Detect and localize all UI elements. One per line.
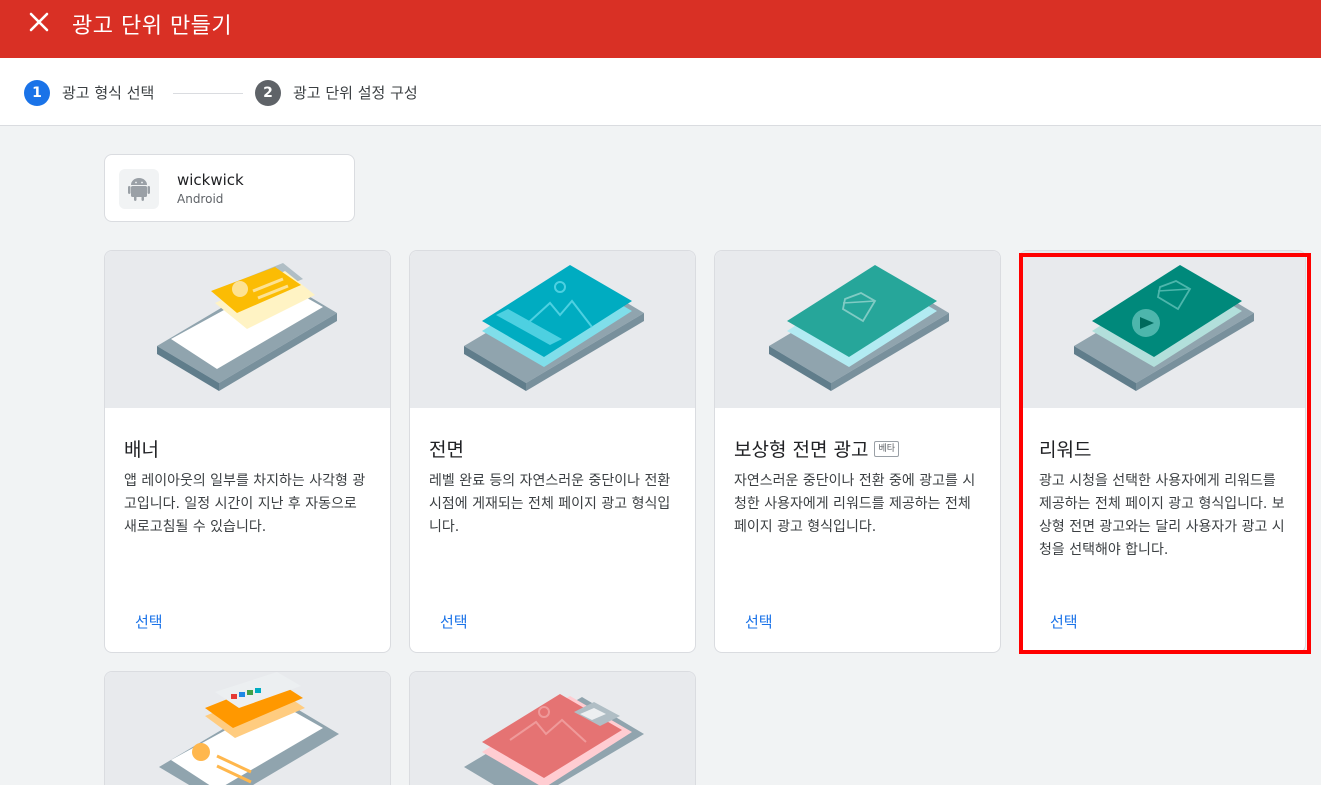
- card-description: 레벨 완료 등의 자연스러운 중단이나 전환 시점에 게재되는 전체 페이지 광…: [429, 473, 671, 535]
- banner-illustration: [105, 251, 390, 408]
- native-illustration: [105, 672, 390, 785]
- stepper: 1 광고 형식 선택 2 광고 단위 설정 구성: [0, 58, 1321, 126]
- close-icon[interactable]: [26, 9, 52, 35]
- page-title: 광고 단위 만들기: [72, 14, 233, 39]
- card-description: 광고 시청을 선택한 사용자에게 리워드를 제공하는 전체 페이지 광고 형식입…: [1039, 473, 1285, 558]
- beta-badge: 베타: [874, 440, 900, 457]
- select-rewarded-button[interactable]: 선택: [1050, 611, 1078, 632]
- android-icon: [119, 169, 159, 209]
- select-interstitial-button[interactable]: 선택: [440, 611, 468, 632]
- card-title: 보상형 전면 광고 베타: [734, 435, 900, 462]
- step-1-number: 1: [24, 80, 50, 106]
- rewarded-interstitial-illustration: [715, 251, 1000, 408]
- format-card-rewarded[interactable]: 리워드 광고 시청을 선택한 사용자에게 리워드를 제공하는 전체 페이지 광고…: [1019, 250, 1306, 653]
- format-card-app-open[interactable]: [409, 671, 696, 785]
- select-rewarded-interstitial-button[interactable]: 선택: [745, 611, 773, 632]
- card-description: 자연스러운 중단이나 전환 중에 광고를 시청한 사용자에게 리워드를 제공하는…: [734, 473, 976, 535]
- step-1-label: 광고 형식 선택: [62, 84, 155, 102]
- app-platform: Android: [177, 192, 224, 206]
- card-title: 전면: [429, 439, 464, 461]
- step-2-number: 2: [255, 80, 281, 106]
- app-name: wickwick: [177, 171, 244, 189]
- format-card-interstitial[interactable]: 전면 레벨 완료 등의 자연스러운 중단이나 전환 시점에 게재되는 전체 페이…: [409, 250, 696, 653]
- select-banner-button[interactable]: 선택: [135, 611, 163, 632]
- format-card-rewarded-interstitial[interactable]: 보상형 전면 광고 베타 자연스러운 중단이나 전환 중에 광고를 시청한 사용…: [714, 250, 1001, 653]
- step-2-label: 광고 단위 설정 구성: [293, 84, 418, 102]
- format-card-native[interactable]: [104, 671, 391, 785]
- top-bar: 광고 단위 만들기: [0, 0, 1321, 58]
- app-open-illustration: [410, 672, 695, 785]
- app-card: wickwick Android: [104, 154, 355, 222]
- format-card-banner[interactable]: 배너 앱 레이아웃의 일부를 차지하는 사각형 광고입니다. 일정 시간이 지난…: [104, 250, 391, 653]
- rewarded-illustration: [1020, 251, 1305, 408]
- step-connector: [173, 93, 243, 94]
- card-description: 앱 레이아웃의 일부를 차지하는 사각형 광고입니다. 일정 시간이 지난 후 …: [124, 473, 366, 535]
- interstitial-illustration: [410, 251, 695, 408]
- card-title: 배너: [124, 439, 159, 461]
- card-title: 리워드: [1039, 439, 1092, 461]
